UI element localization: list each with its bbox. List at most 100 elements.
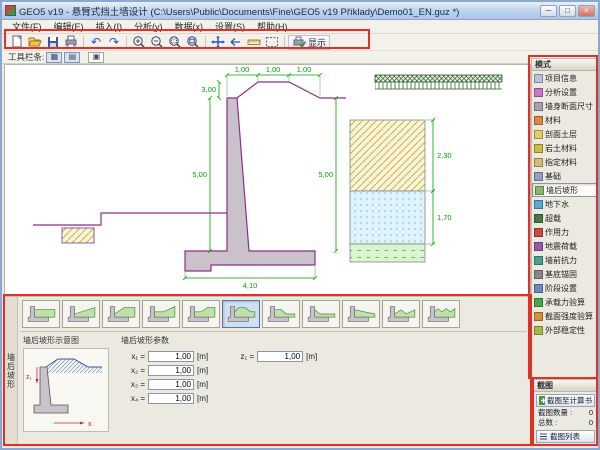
parameter-input[interactable] bbox=[148, 393, 194, 404]
sidebar-mode-item[interactable]: 地震荷载 bbox=[532, 239, 597, 253]
open-file-button[interactable] bbox=[26, 35, 44, 50]
parameter-input[interactable] bbox=[148, 379, 194, 390]
zoom-fit-button[interactable] bbox=[184, 35, 202, 50]
retaining-wall[interactable] bbox=[185, 98, 315, 271]
mode-panel: 模式 项目信息 分析设置 墙身断面尺寸 bbox=[531, 58, 598, 378]
zoom-window-button[interactable] bbox=[166, 35, 184, 50]
parameter-row: x₄ = [m] bbox=[121, 391, 208, 405]
mode-item-icon bbox=[534, 228, 543, 237]
terrain-shape-thumbnail[interactable] bbox=[342, 300, 380, 328]
parameter-label: x₁ = bbox=[121, 352, 145, 361]
sidebar-mode-item[interactable]: 墙前抗力 bbox=[532, 253, 597, 267]
parameter-label: x₃ = bbox=[121, 380, 145, 389]
zoom-out-icon bbox=[149, 35, 165, 49]
menu-item[interactable]: 文件(F) bbox=[6, 20, 48, 33]
sidebar-mode-item[interactable]: 指定材料 bbox=[532, 155, 597, 169]
mode-item-label: 墙身断面尺寸 bbox=[545, 101, 593, 112]
toggle-view-1[interactable]: ▦ bbox=[46, 52, 62, 63]
sidebar-mode-item[interactable]: 外部稳定性 bbox=[532, 323, 597, 337]
printer-icon bbox=[63, 35, 79, 49]
measure-button[interactable] bbox=[245, 35, 263, 50]
parameter-unit: [m] bbox=[197, 352, 208, 361]
mode-item-icon bbox=[534, 270, 543, 279]
new-file-button[interactable] bbox=[8, 35, 26, 50]
mode-item-icon bbox=[534, 88, 543, 97]
menu-item[interactable]: 帮助(H) bbox=[251, 20, 294, 33]
print-button[interactable] bbox=[62, 35, 80, 50]
picture-list-button[interactable]: 截图列表 bbox=[536, 430, 595, 443]
maximize-button[interactable]: □ bbox=[559, 5, 576, 17]
sidebar-mode-item[interactable]: 岩土材料 bbox=[532, 141, 597, 155]
sidebar-mode-item[interactable]: 分析设置 bbox=[532, 85, 597, 99]
terrain-shape-thumbnail[interactable] bbox=[102, 300, 140, 328]
save-button[interactable] bbox=[44, 35, 62, 50]
add-picture-button[interactable]: 截图至计算书 bbox=[536, 394, 595, 407]
terrain-shape-icon bbox=[305, 302, 337, 326]
frame-selection-button[interactable] bbox=[263, 35, 281, 50]
parameter-input[interactable] bbox=[148, 365, 194, 376]
undo-button[interactable]: ↶ bbox=[87, 35, 105, 50]
terrain-shape-icon bbox=[345, 302, 377, 326]
terrain-shape-thumbnail[interactable] bbox=[422, 300, 460, 328]
mode-list: 项目信息 分析设置 墙身断面尺寸 材料 bbox=[532, 71, 597, 337]
toggle-view-3[interactable]: ▣ bbox=[88, 52, 104, 63]
sidebar-mode-item[interactable]: 超载 bbox=[532, 211, 597, 225]
mode-item-label: 岩土材料 bbox=[545, 143, 577, 154]
sidebar-mode-item[interactable]: 承载力验算 bbox=[532, 295, 597, 309]
menu-item[interactable]: 设置(S) bbox=[209, 20, 251, 33]
menu-item[interactable]: 编辑(E) bbox=[48, 20, 90, 33]
close-button[interactable]: × bbox=[578, 5, 595, 17]
previous-view-button[interactable] bbox=[227, 35, 245, 50]
menu-item[interactable]: 数据(x) bbox=[169, 20, 210, 33]
mode-item-icon bbox=[534, 256, 543, 265]
display-button[interactable]: 显示 bbox=[288, 35, 330, 50]
sidebar-mode-item[interactable]: 材料 bbox=[532, 113, 597, 127]
parameter-label: x₄ = bbox=[121, 394, 145, 403]
redo-button[interactable]: ↷ bbox=[105, 35, 123, 50]
toolbar-separator bbox=[126, 36, 127, 48]
zoom-in-button[interactable] bbox=[130, 35, 148, 50]
sidebar-mode-item[interactable]: 墙后坡形 bbox=[532, 183, 597, 197]
sidebar-mode-item[interactable]: 基础 bbox=[532, 169, 597, 183]
frame-vertical-tab[interactable]: 墙后坡形 bbox=[5, 297, 18, 445]
dim-layer2: 1,70 bbox=[437, 213, 452, 222]
mode-item-label: 分析设置 bbox=[545, 87, 577, 98]
sidebar-mode-item[interactable]: 墙身断面尺寸 bbox=[532, 99, 597, 113]
terrain-shape-thumbnail[interactable] bbox=[22, 300, 60, 328]
terrain-shape-thumbnail[interactable] bbox=[222, 300, 260, 328]
terrain-shape-thumbnail[interactable] bbox=[382, 300, 420, 328]
mode-item-label: 外部稳定性 bbox=[545, 325, 585, 336]
sidebar-mode-item[interactable]: 基底锚固 bbox=[532, 267, 597, 281]
terrain-shape-thumbnail[interactable] bbox=[262, 300, 300, 328]
pan-view-button[interactable] bbox=[209, 35, 227, 50]
sidebar-mode-item[interactable]: 项目信息 bbox=[532, 71, 597, 85]
print-check-icon bbox=[292, 36, 306, 49]
minimize-button[interactable]: ─ bbox=[540, 5, 557, 17]
terrain-shape-thumbnail[interactable] bbox=[62, 300, 100, 328]
menu-item[interactable]: 插入(I) bbox=[90, 20, 129, 33]
divider bbox=[20, 331, 526, 332]
terrain-shape-thumbnail[interactable] bbox=[142, 300, 180, 328]
terrain-shape-icon bbox=[25, 302, 57, 326]
parameter-input[interactable] bbox=[148, 351, 194, 362]
terrain-shape-thumbnail[interactable] bbox=[302, 300, 340, 328]
picture-list-label: 截图列表 bbox=[550, 431, 580, 442]
zoom-out-button[interactable] bbox=[148, 35, 166, 50]
menu-item[interactable]: 分析(y) bbox=[128, 20, 169, 33]
terrain-schematic: 墙后坡形示意图 z₁ x bbox=[23, 335, 113, 437]
sidebar-mode-item[interactable]: 阶段设置 bbox=[532, 281, 597, 295]
toolbar-separator bbox=[284, 36, 285, 48]
sidebar-mode-item[interactable]: 作用力 bbox=[532, 225, 597, 239]
terrain-shape-icon bbox=[185, 302, 217, 326]
dim-top-2: 1,00 bbox=[266, 65, 281, 74]
sidebar-mode-item[interactable]: 剖面土层 bbox=[532, 127, 597, 141]
parameter-unit: [m] bbox=[197, 394, 208, 403]
mode-item-label: 材料 bbox=[545, 115, 561, 126]
sidebar-mode-item[interactable]: 地下水 bbox=[532, 197, 597, 211]
parameter-input[interactable] bbox=[257, 351, 303, 362]
sidebar-mode-item[interactable]: 截面强度验算 bbox=[532, 309, 597, 323]
frame-vertical-tab-label: 墙后坡形 bbox=[6, 353, 17, 389]
toggle-view-2[interactable]: ▤ bbox=[64, 52, 80, 63]
terrain-shape-thumbnail[interactable] bbox=[182, 300, 220, 328]
drawing-canvas[interactable]: 1,00 1,00 1,00 3,00 5,00 5,00 2,30 1,70 … bbox=[4, 64, 531, 296]
